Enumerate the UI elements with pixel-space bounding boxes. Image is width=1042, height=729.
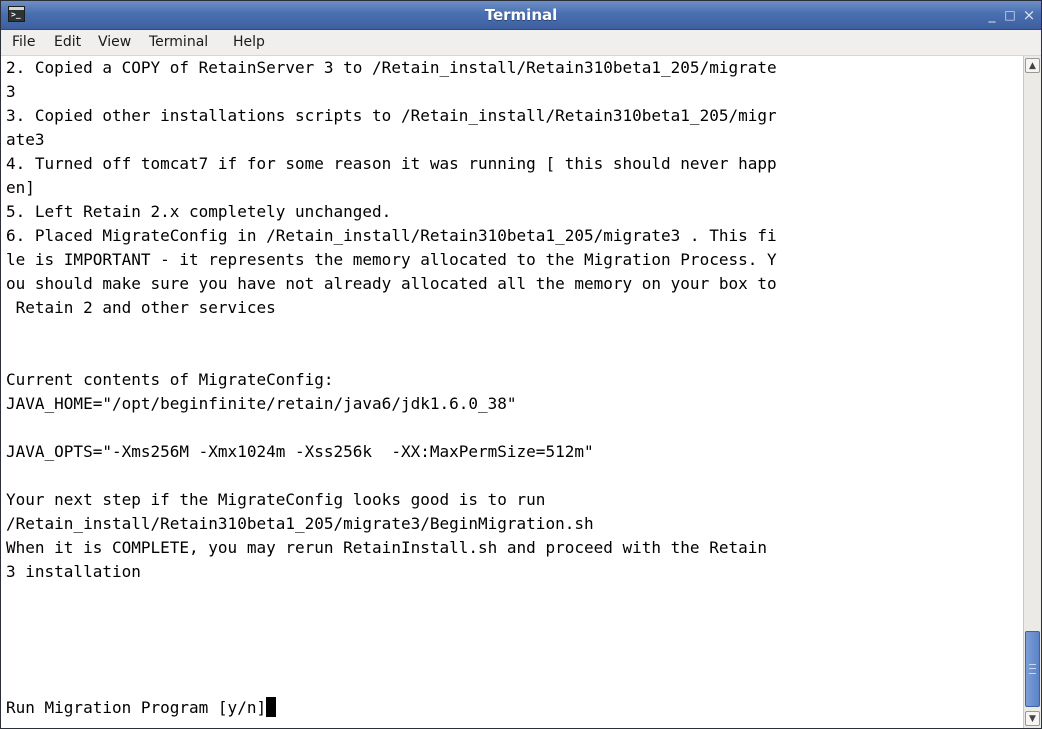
terminal-line: ate3 xyxy=(6,130,45,149)
prompt-line[interactable]: Run Migration Program [y/n] xyxy=(6,696,277,720)
terminal-line: ou should make sure you have not already… xyxy=(6,274,777,293)
minimize-button[interactable]: _ xyxy=(983,6,1001,24)
menu-bar: File Edit View Terminal Help xyxy=(1,30,1041,56)
close-button[interactable]: × xyxy=(1020,6,1038,24)
scroll-up-arrow-icon[interactable]: ▲ xyxy=(1025,58,1040,73)
text-cursor xyxy=(266,697,277,717)
grip-icon xyxy=(1029,664,1036,674)
terminal-line: Retain 2 and other services xyxy=(6,298,276,317)
menu-help[interactable]: Help xyxy=(233,30,265,55)
scrollbar-thumb[interactable] xyxy=(1025,631,1040,707)
terminal-line: 3 installation xyxy=(6,562,141,581)
terminal-line: 6. Placed MigrateConfig in /Retain_insta… xyxy=(6,226,777,245)
menu-terminal[interactable]: Terminal xyxy=(149,30,208,55)
title-bar[interactable]: >_ Terminal _ □ × xyxy=(1,1,1041,30)
terminal-output[interactable]: 2. Copied a COPY of RetainServer 3 to /R… xyxy=(1,56,1023,728)
terminal-line: 2. Copied a COPY of RetainServer 3 to /R… xyxy=(6,58,777,77)
terminal-line: 5. Left Retain 2.x completely unchanged. xyxy=(6,202,392,221)
prompt-text: Run Migration Program [y/n] xyxy=(6,698,267,717)
menu-view[interactable]: View xyxy=(98,30,131,55)
terminal-line: 4. Turned off tomcat7 if for some reason… xyxy=(6,154,777,173)
maximize-button[interactable]: □ xyxy=(1001,6,1019,24)
terminal-line: 3 xyxy=(6,82,16,101)
terminal-line: JAVA_OPTS="-Xms256M -Xmx1024m -Xss256k -… xyxy=(6,442,594,461)
terminal-line: JAVA_HOME="/opt/beginfinite/retain/java6… xyxy=(6,394,517,413)
terminal-line: 3. Copied other installations scripts to… xyxy=(6,106,777,125)
terminal-line: When it is COMPLETE, you may rerun Retai… xyxy=(6,538,767,557)
terminal-line: en] xyxy=(6,178,35,197)
menu-file[interactable]: File xyxy=(12,30,35,55)
terminal-line: /Retain_install/Retain310beta1_205/migra… xyxy=(6,514,594,533)
window-title: Terminal xyxy=(484,6,558,24)
terminal-line: Your next step if the MigrateConfig look… xyxy=(6,490,546,509)
terminal-line: Current contents of MigrateConfig: xyxy=(6,370,334,389)
menu-edit[interactable]: Edit xyxy=(54,30,81,55)
terminal-line: le is IMPORTANT - it represents the memo… xyxy=(6,250,777,269)
terminal-window: >_ Terminal _ □ × File Edit View Termina… xyxy=(0,0,1042,729)
scroll-down-arrow-icon[interactable]: ▼ xyxy=(1025,711,1040,726)
vertical-scrollbar[interactable]: ▲ ▼ xyxy=(1023,56,1041,728)
